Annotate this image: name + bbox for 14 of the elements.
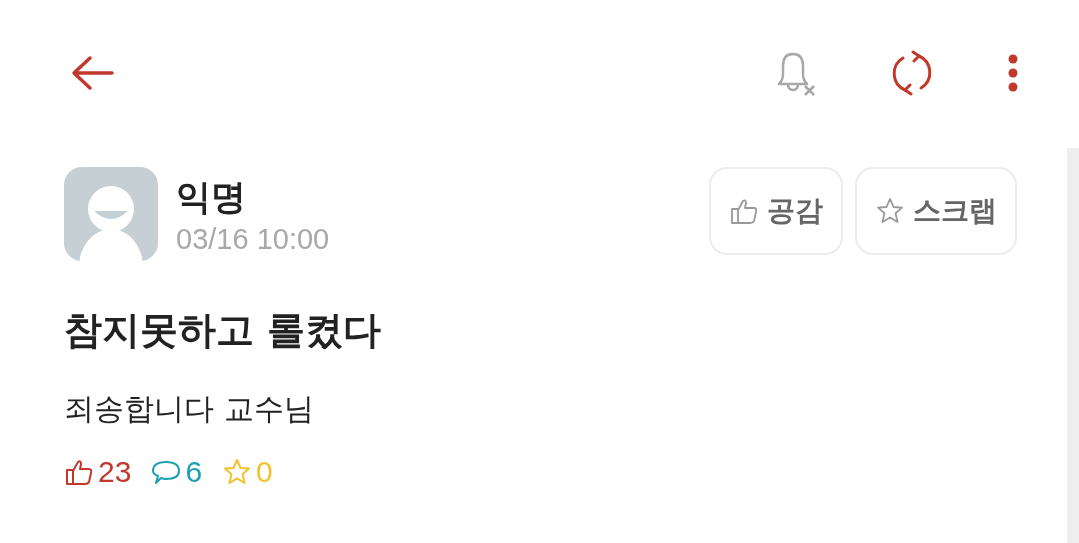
more-button[interactable]	[1007, 52, 1019, 93]
author-name: 익명	[176, 176, 247, 219]
thumbs-up-icon	[729, 196, 759, 226]
stat-count: 6	[185, 455, 203, 489]
like-button[interactable]: 공감	[709, 167, 843, 255]
stat-count: 0	[256, 455, 273, 489]
scrap-button[interactable]: 스크랩	[855, 167, 1017, 255]
post-title: 참지못하고 롤켰다	[64, 307, 383, 354]
post-body: 죄송합니다 교수님	[64, 390, 315, 428]
star-icon	[875, 196, 905, 226]
avatar-icon	[64, 167, 158, 261]
back-button[interactable]	[70, 54, 114, 91]
post-time: 03/16 10:00	[176, 222, 330, 257]
stat-count: 23	[98, 455, 132, 489]
